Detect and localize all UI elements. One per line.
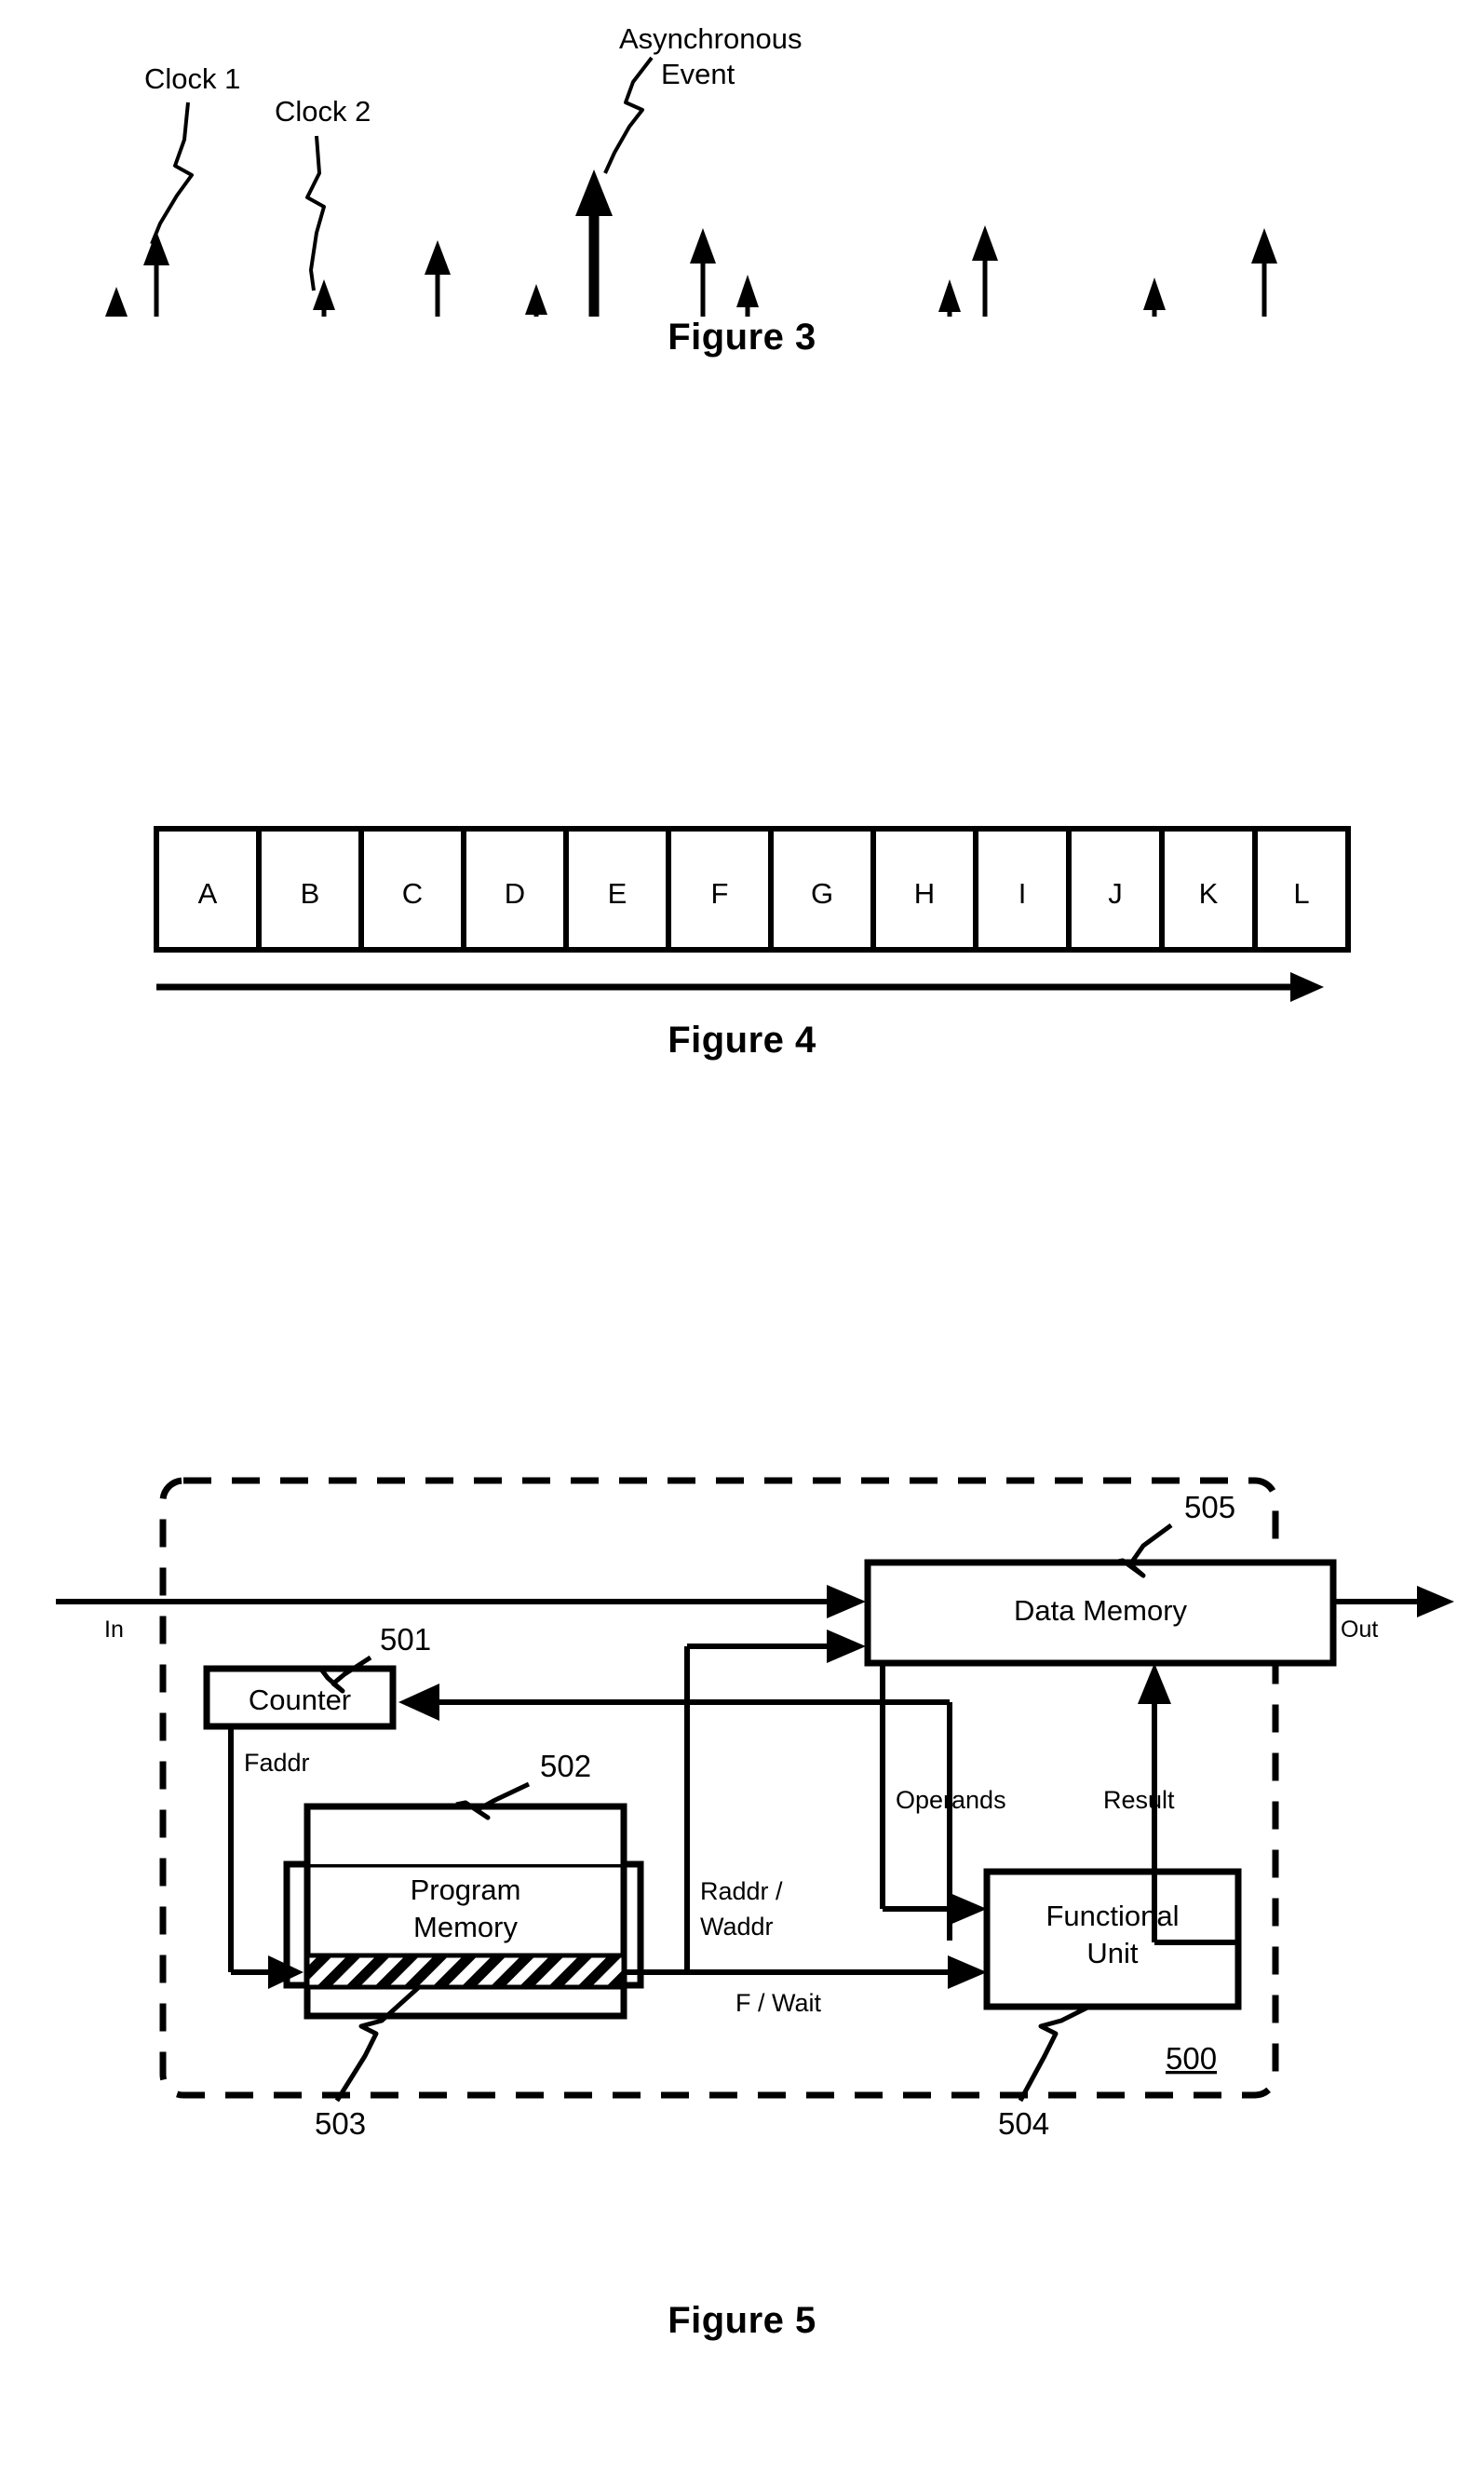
sequence-cell-g-label: G xyxy=(811,877,833,910)
sequence-cell-j-label: J xyxy=(1108,877,1123,910)
event-arrow-i xyxy=(938,279,961,317)
faddr-path: Faddr xyxy=(228,1728,310,1989)
callout-clock-1: Clock 1 xyxy=(144,62,240,245)
figure-5-caption: Figure 5 xyxy=(668,2300,816,2341)
sequence-cell-k: K xyxy=(1159,826,1258,953)
raddr-waddr-label-line1: Raddr / xyxy=(700,1877,783,1905)
sequence-cell-c-label: C xyxy=(402,877,423,910)
sequence-cell-c: C xyxy=(358,826,466,953)
raddr-waddr-path: Raddr / Waddr xyxy=(684,1630,866,1972)
sequence-cell-e: E xyxy=(563,826,671,953)
ref-502-number: 502 xyxy=(540,1749,591,1783)
output-label: Out xyxy=(1341,1616,1378,1643)
event-arrow-e xyxy=(525,284,547,317)
event-arrow-c xyxy=(313,279,335,317)
figure-3: A B C D E F G H I J K L Clock 1 Clock 2 xyxy=(0,0,1484,615)
callout-clock-2-label: Clock 2 xyxy=(275,95,371,128)
callout-asynchronous-event: Asynchronous Event xyxy=(603,22,802,174)
f-wait-path: F / Wait xyxy=(624,1955,987,2017)
event-arrow-a xyxy=(105,287,128,317)
sequence-cell-j: J xyxy=(1066,826,1165,953)
functional-unit-label-line1: Functional xyxy=(1046,1900,1179,1932)
sequence-cell-a: A xyxy=(154,826,262,953)
event-arrow-j xyxy=(972,225,998,317)
sequence-cell-h-label: H xyxy=(914,877,935,910)
callout-async-event-line1: Asynchronous xyxy=(619,22,802,55)
event-arrow-group xyxy=(105,169,1277,317)
functional-unit-block: Functional Unit xyxy=(983,1868,1242,2010)
program-memory-label-line1: Program xyxy=(411,1874,521,1906)
input-label: In xyxy=(104,1616,124,1643)
counter-block: Counter xyxy=(203,1665,397,1730)
figure-5-block-diagram-graphic: In Data Memory 505 Out Counter 501 Faddr… xyxy=(56,1477,1454,2141)
functional-unit-label-line2: Unit xyxy=(1086,1937,1139,1969)
figure-3-caption: Figure 3 xyxy=(668,317,816,358)
sequence-cell-k-label: K xyxy=(1199,877,1219,910)
sequence-cell-g: G xyxy=(768,826,876,953)
callout-clock-2: Clock 2 xyxy=(275,95,371,291)
f-wait-label: F / Wait xyxy=(735,1989,821,2017)
callout-async-event-line2: Event xyxy=(661,58,735,90)
event-arrow-f xyxy=(575,169,613,317)
sequence-cell-l-label: L xyxy=(1293,877,1309,910)
figure-4-caption: Figure 4 xyxy=(668,1020,816,1061)
sequence-cell-b: B xyxy=(256,826,364,953)
ref-500-callout: 500 xyxy=(1166,2041,1217,2076)
program-memory-label-line2: Memory xyxy=(413,1911,518,1943)
figure-4-sequence-graphic: A B C D E F G H I J K L xyxy=(154,826,1351,1002)
ref-504-callout: 504 xyxy=(998,2005,1089,2141)
sequence-cell-b-label: B xyxy=(301,877,320,910)
ref-500-number: 500 xyxy=(1166,2041,1217,2076)
sequence-cell-f: F xyxy=(666,826,774,953)
event-arrow-k xyxy=(1143,277,1166,317)
sequence-cell-d: D xyxy=(461,826,569,953)
ref-501-number: 501 xyxy=(380,1622,431,1657)
patent-figure-sheet: A B C D E F G H I J K L Clock 1 Clock 2 xyxy=(0,0,1484,2489)
sequence-cell-i-label: I xyxy=(1019,877,1027,910)
result-label: Result xyxy=(1103,1786,1175,1814)
output-path: Out xyxy=(1333,1586,1454,1643)
event-arrow-b xyxy=(143,231,169,317)
figure-3-timeline-graphic: A B C D E F G H I J K L Clock 1 Clock 2 xyxy=(105,22,1277,317)
sequence-cell-l: L xyxy=(1252,826,1351,953)
event-arrow-h xyxy=(736,275,759,317)
sequence-direction-arrow xyxy=(156,972,1324,1002)
sequence-cell-h: H xyxy=(870,826,978,953)
input-path: In xyxy=(56,1585,866,1643)
sequence-cell-d-label: D xyxy=(505,877,525,910)
event-arrow-g xyxy=(690,228,716,317)
instruction-band-503 xyxy=(304,1953,627,1990)
event-arrow-d xyxy=(425,240,451,317)
event-arrow-l xyxy=(1251,228,1277,317)
faddr-label: Faddr xyxy=(244,1749,310,1777)
data-memory-block: Data Memory xyxy=(864,1559,1337,1667)
sequence-cell-f-label: F xyxy=(711,877,729,910)
sequence-cell-e-label: E xyxy=(608,877,627,910)
callout-clock-1-label: Clock 1 xyxy=(144,62,240,95)
sequence-cell-a-label: A xyxy=(198,877,218,910)
data-memory-label: Data Memory xyxy=(1014,1594,1188,1627)
ref-504-number: 504 xyxy=(998,2106,1049,2141)
sequence-cell-group: A B C D E F G H I J K L xyxy=(154,826,1351,953)
ref-503-number: 503 xyxy=(315,2106,366,2141)
ref-505-number: 505 xyxy=(1184,1490,1235,1524)
figure-5: In Data Memory 505 Out Counter 501 Faddr… xyxy=(0,1434,1484,2421)
raddr-waddr-label-line2: Waddr xyxy=(700,1913,774,1941)
sequence-cell-i: I xyxy=(973,826,1072,953)
figure-4: A B C D E F G H I J K L Figure 4 xyxy=(0,819,1484,1192)
operands-label: Operands xyxy=(896,1786,1006,1814)
